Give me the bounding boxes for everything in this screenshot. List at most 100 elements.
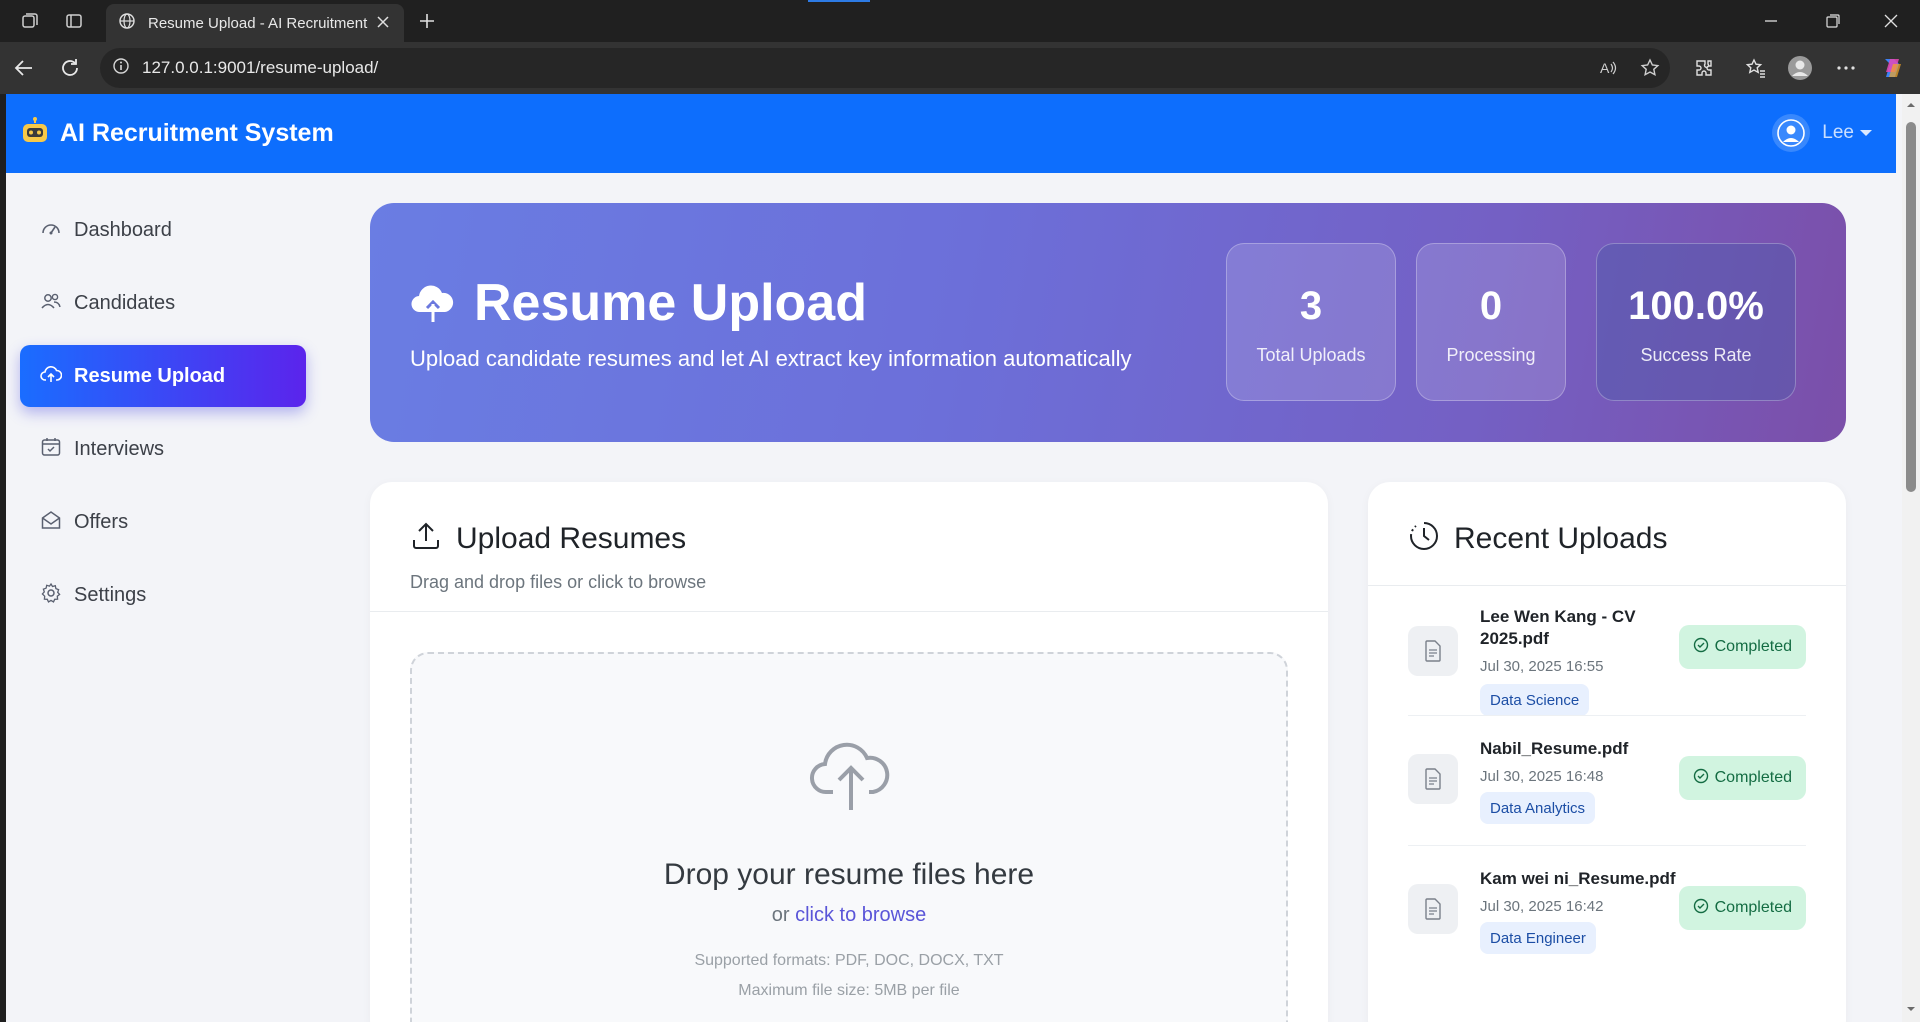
- file-icon: [1408, 754, 1458, 804]
- address-bar[interactable]: 127.0.0.1:9001/resume-upload/ A: [100, 48, 1670, 88]
- people-icon: [40, 290, 62, 317]
- stat-value: 0: [1479, 284, 1503, 328]
- sidebar-item-label: Resume Upload: [74, 364, 226, 387]
- profile-avatar-icon[interactable]: [1786, 54, 1814, 82]
- check-circle-icon: [1693, 898, 1709, 919]
- brand-title: AI Recruitment System: [60, 119, 334, 147]
- status-badge: Completed: [1678, 756, 1806, 800]
- vertical-tabs-icon[interactable]: [62, 9, 86, 33]
- stat-value: 100.0%: [1628, 284, 1764, 328]
- user-name: Lee: [1822, 122, 1854, 143]
- extensions-icon[interactable]: [1690, 54, 1718, 82]
- scroll-up-arrow-icon[interactable]: [1906, 100, 1916, 110]
- robot-icon: [20, 116, 50, 151]
- window-accent-line: [808, 0, 870, 2]
- page-title: Resume Upload: [474, 274, 867, 332]
- cloud-upload-icon: [40, 363, 63, 390]
- sidebar-item-label: Offers: [74, 510, 129, 533]
- site-info-icon[interactable]: [112, 57, 130, 80]
- restore-icon[interactable]: [1820, 8, 1846, 34]
- upload-date: Jul 30, 2025 16:48: [1480, 768, 1604, 785]
- recent-upload-item[interactable]: Nabil_Resume.pdf Jul 30, 2025 16:48 Data…: [1408, 716, 1806, 846]
- calendar-icon: [40, 436, 62, 463]
- category-tag: Data Engineer: [1480, 922, 1596, 954]
- sidebar-item-resume-upload[interactable]: Resume Upload: [20, 345, 306, 407]
- divider: [370, 611, 1328, 612]
- supported-formats: Supported formats: PDF, DOC, DOCX, TXT: [694, 952, 1004, 969]
- speedometer-icon: [40, 217, 62, 244]
- favorite-star-icon[interactable]: [1638, 56, 1662, 80]
- browser-tab-active[interactable]: Resume Upload - AI Recruitment System: [106, 4, 404, 42]
- card-header: Recent Uploads: [1408, 520, 1667, 557]
- stat-label: Processing: [1446, 345, 1536, 365]
- cloud-upload-icon: [809, 732, 893, 817]
- scrollbar-thumb[interactable]: [1906, 122, 1916, 492]
- recent-upload-item[interactable]: Kam wei ni_Resume.pdf Jul 30, 2025 16:42…: [1408, 846, 1806, 976]
- sidebar-item-label: Dashboard: [74, 218, 172, 241]
- caret-down-icon: [1860, 130, 1872, 136]
- url-text[interactable]: 127.0.0.1:9001/resume-upload/: [142, 58, 378, 78]
- browser-toolbar: 127.0.0.1:9001/resume-upload/ A: [0, 42, 1920, 94]
- favorites-icon[interactable]: [1742, 54, 1770, 82]
- dropzone-browse-line: or click to browse: [412, 904, 1286, 927]
- workspaces-icon[interactable]: [18, 9, 42, 33]
- page-subtitle: Upload candidate resumes and let AI extr…: [410, 346, 1132, 371]
- category-tag: Data Science: [1480, 684, 1590, 716]
- back-arrow-icon[interactable]: [10, 54, 38, 82]
- sidebar-item-label: Candidates: [74, 291, 176, 314]
- brand[interactable]: AI Recruitment System: [20, 116, 334, 151]
- stat-label: Total Uploads: [1256, 345, 1366, 365]
- sidebar: Dashboard Candidates Resume Upload Inter…: [6, 173, 346, 1022]
- stat-value: 3: [1299, 284, 1323, 328]
- recent-upload-item[interactable]: Lee Wen Kang - CV 2025.pdf Jul 30, 2025 …: [1408, 586, 1806, 716]
- gear-icon: [40, 582, 62, 609]
- category-tag: Data Analytics: [1480, 792, 1596, 824]
- page-scrollbar[interactable]: [1902, 94, 1920, 1022]
- stat-processing: 0 Processing: [1416, 243, 1566, 401]
- upload-date: Jul 30, 2025 16:55: [1480, 658, 1604, 675]
- or-text: or: [771, 904, 790, 926]
- max-file-size: Maximum file size: 5MB per file: [738, 982, 960, 999]
- status-label: Completed: [1714, 899, 1792, 916]
- close-tab-icon[interactable]: [374, 13, 392, 36]
- status-label: Completed: [1714, 638, 1792, 655]
- svg-text:A: A: [1600, 60, 1610, 76]
- file-name: Kam wei ni_Resume.pdf: [1480, 869, 1676, 888]
- upload-date: Jul 30, 2025 16:42: [1480, 898, 1604, 915]
- sidebar-item-candidates[interactable]: Candidates: [20, 272, 306, 334]
- read-aloud-icon[interactable]: A: [1596, 56, 1620, 80]
- stat-total-uploads: 3 Total Uploads: [1226, 243, 1396, 401]
- file-name: Lee Wen Kang - CV 2025.pdf: [1480, 607, 1636, 648]
- globe-icon: [118, 12, 136, 35]
- sidebar-item-settings[interactable]: Settings: [20, 564, 306, 626]
- recent-uploads-card: Recent Uploads Lee Wen Kang - CV 2025.pd…: [1368, 482, 1846, 1022]
- sidebar-item-label: Settings: [74, 583, 147, 606]
- new-tab-button[interactable]: [414, 8, 440, 34]
- check-circle-icon: [1693, 637, 1709, 658]
- scroll-down-arrow-icon[interactable]: [1906, 1004, 1916, 1014]
- user-menu-dropdown[interactable]: Lee: [1772, 114, 1872, 152]
- tab-title: Resume Upload - AI Recruitment System: [148, 14, 370, 32]
- user-avatar-icon: [1772, 114, 1811, 152]
- file-dropzone[interactable]: Drop your resume files here or click to …: [410, 652, 1288, 1022]
- minimize-icon[interactable]: [1758, 8, 1784, 34]
- close-window-icon[interactable]: [1878, 8, 1904, 34]
- sidebar-item-dashboard[interactable]: Dashboard: [20, 199, 306, 261]
- card-header: Upload Resumes: [410, 520, 686, 557]
- card-subtitle: Drag and drop files or click to browse: [410, 572, 707, 592]
- upload-icon: [410, 520, 442, 557]
- refresh-icon[interactable]: [56, 54, 84, 82]
- more-options-icon[interactable]: [1832, 54, 1860, 82]
- status-badge: Completed: [1678, 625, 1806, 669]
- hero-banner: Resume Upload Upload candidate resumes a…: [370, 203, 1846, 442]
- sidebar-item-interviews[interactable]: Interviews: [20, 418, 306, 480]
- file-icon: [1408, 626, 1458, 676]
- dropzone-title: Drop your resume files here: [663, 858, 1035, 891]
- sidebar-item-offers[interactable]: Offers: [20, 491, 306, 553]
- status-badge: Completed: [1678, 886, 1806, 930]
- browse-link[interactable]: click to browse: [795, 904, 926, 926]
- stat-success-rate: 100.0% Success Rate: [1596, 243, 1796, 401]
- app-navbar: AI Recruitment System Lee: [6, 94, 1896, 173]
- copilot-icon[interactable]: [1878, 54, 1906, 82]
- file-icon: [1408, 884, 1458, 934]
